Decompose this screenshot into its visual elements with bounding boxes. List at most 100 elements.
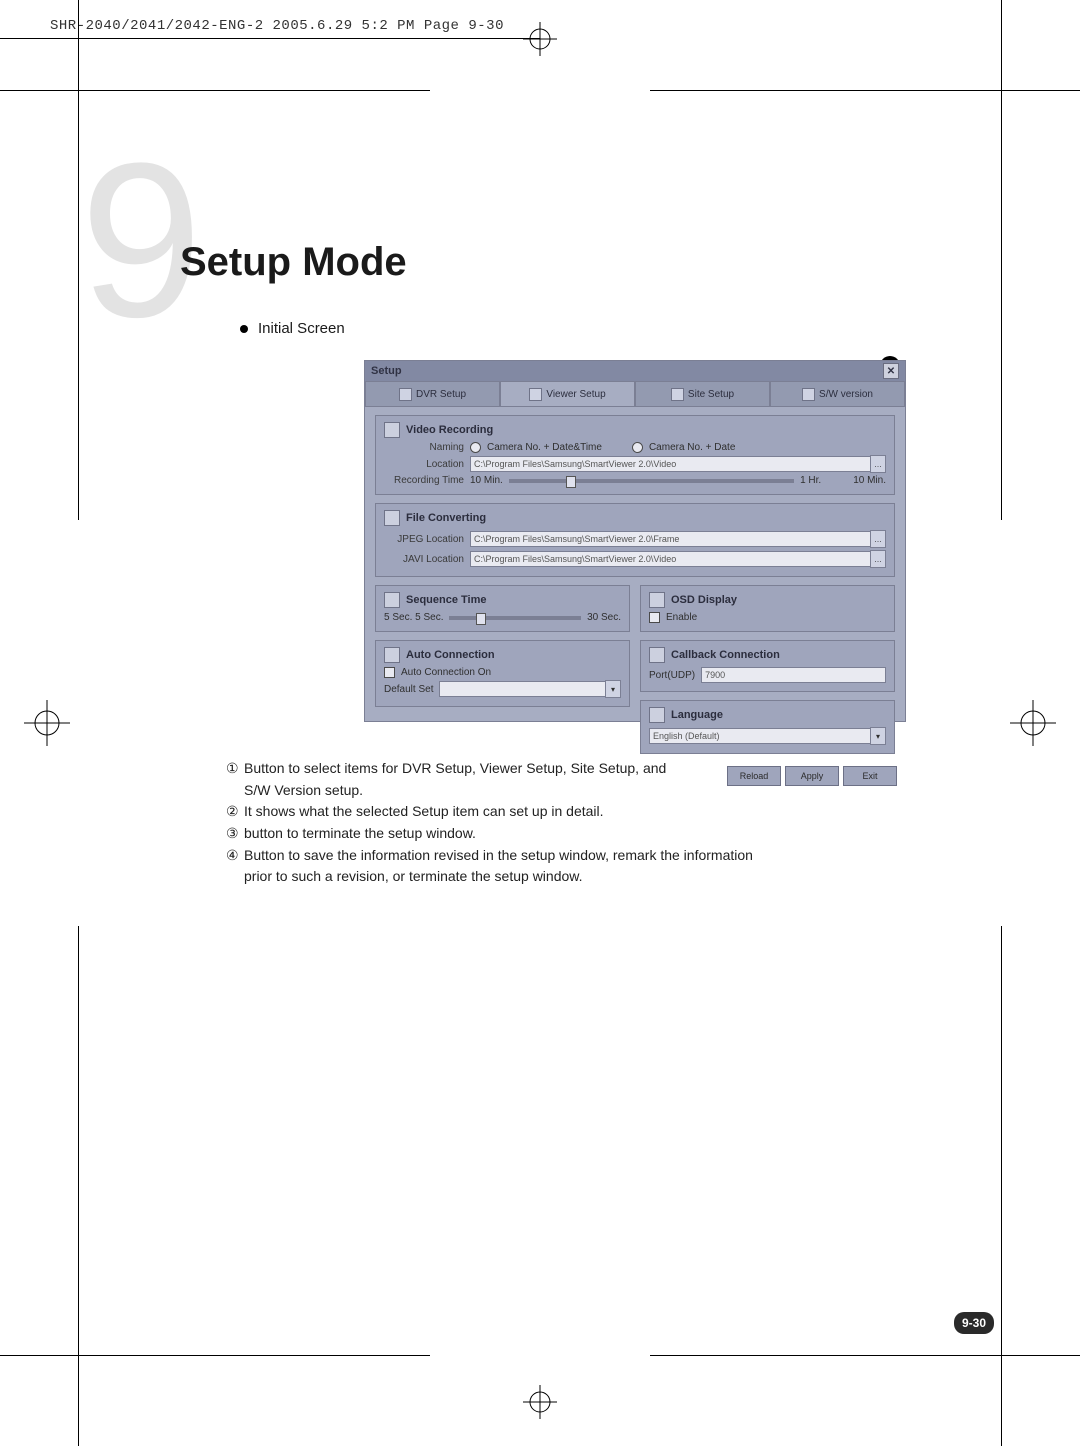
tab-icon (529, 388, 542, 401)
default-set-label: Default Set (384, 684, 433, 695)
registration-mark-left (24, 0, 70, 1446)
section-icon (384, 647, 400, 663)
desc-line: It shows what the selected Setup item ca… (244, 803, 604, 819)
port-label: Port(UDP) (649, 670, 695, 681)
tab-label: S/W version (819, 389, 873, 400)
panel-auto-connection: Auto Connection Auto Connection On Defau… (375, 640, 630, 707)
language-field[interactable]: English (Default) (649, 728, 870, 744)
recording-time-slider[interactable] (509, 479, 794, 483)
desc-line: prior to such a revision, or terminate t… (244, 868, 583, 884)
auto-connection-checkbox[interactable] (384, 667, 395, 678)
tab-label: Viewer Setup (546, 389, 605, 400)
naming-option-1: Camera No. + Date&Time (487, 442, 602, 453)
seq-right: 30 Sec. (587, 612, 621, 623)
rec-limit: 10 Min. (853, 475, 886, 486)
panel-heading: Language (671, 709, 723, 721)
top-rule (0, 38, 540, 39)
desc-line: button to terminate the setup window. (244, 825, 476, 841)
browse-button[interactable]: … (870, 530, 886, 548)
close-icon[interactable]: ✕ (883, 363, 899, 379)
dropdown-icon[interactable]: ▾ (870, 727, 886, 745)
jpeg-location-label: JPEG Location (384, 534, 464, 545)
rec-min: 10 Min. (470, 475, 503, 486)
avi-location-field[interactable]: C:\Program Files\Samsung\SmartViewer 2.0… (470, 551, 870, 567)
panel-heading: Video Recording (406, 424, 493, 436)
crop-line (0, 90, 430, 91)
dropdown-icon[interactable]: ▾ (605, 680, 621, 698)
panel-callback-connection: Callback Connection Port(UDP) 7900 (640, 640, 895, 692)
setup-dialog-screenshot: Setup ✕ DVR Setup Viewer Setup Site Setu… (364, 360, 904, 720)
avi-location-label: JAVI Location (384, 554, 464, 565)
description-block: ①Button to select items for DVR Setup, V… (226, 758, 970, 888)
tab-label: DVR Setup (416, 389, 466, 400)
tab-icon (399, 388, 412, 401)
desc-line: Button to save the information revised i… (244, 847, 753, 863)
panel-heading: OSD Display (671, 594, 737, 606)
crop-line (78, 926, 79, 1446)
section-icon (649, 647, 665, 663)
desc-line: Button to select items for DVR Setup, Vi… (244, 760, 666, 776)
seq-left: 5 Sec. 5 Sec. (384, 612, 443, 623)
section-icon (649, 592, 665, 608)
panel-heading: Auto Connection (406, 649, 495, 661)
page-number-badge: 9-30 (954, 1312, 994, 1334)
osd-enable-checkbox[interactable] (649, 612, 660, 623)
item-num: ② (226, 801, 244, 823)
item-num: ③ (226, 823, 244, 845)
naming-radio-1[interactable] (470, 442, 481, 453)
location-label: Location (384, 459, 464, 470)
osd-enable-label: Enable (666, 612, 697, 623)
crop-line (650, 90, 1080, 91)
subheading: Initial Screen (240, 320, 345, 337)
item-num: ④ (226, 845, 244, 867)
browse-button[interactable]: … (870, 455, 886, 473)
tab-label: Site Setup (688, 389, 734, 400)
section-icon (384, 592, 400, 608)
print-header: SHR-2040/2041/2042-ENG-2 2005.6.29 5:2 P… (50, 18, 504, 34)
panel-language: Language English (Default)▾ (640, 700, 895, 754)
crop-line (78, 0, 79, 520)
browse-button[interactable]: … (870, 550, 886, 568)
panel-video-recording: Video Recording Naming Camera No. + Date… (375, 415, 895, 495)
panel-file-converting: File Converting JPEG Location C:\Program… (375, 503, 895, 577)
tab-viewer-setup[interactable]: Viewer Setup (500, 381, 635, 407)
section-icon (384, 510, 400, 526)
registration-mark-top (523, 22, 557, 56)
subheading-text: Initial Screen (258, 320, 345, 337)
item-num: ① (226, 758, 244, 780)
default-set-field[interactable] (439, 681, 605, 697)
panel-osd-display: OSD Display Enable (640, 585, 895, 632)
tab-icon (671, 388, 684, 401)
section-icon (649, 707, 665, 723)
crop-line (0, 1355, 430, 1356)
jpeg-location-field[interactable]: C:\Program Files\Samsung\SmartViewer 2.0… (470, 531, 870, 547)
recording-time-label: Recording Time (384, 475, 464, 486)
sequence-time-slider[interactable] (449, 616, 581, 620)
tab-sw-version[interactable]: S/W version (770, 381, 905, 407)
naming-radio-2[interactable] (632, 442, 643, 453)
naming-label: Naming (384, 442, 464, 453)
panel-heading: File Converting (406, 512, 486, 524)
section-icon (384, 422, 400, 438)
auto-connection-label: Auto Connection On (401, 667, 491, 678)
panel-heading: Sequence Time (406, 594, 487, 606)
bullet-icon (240, 325, 248, 333)
page-title: Setup Mode (180, 240, 407, 285)
rec-hr: 1 Hr. (800, 475, 821, 486)
port-field[interactable]: 7900 (701, 667, 886, 683)
tab-icon (802, 388, 815, 401)
panel-sequence-time: Sequence Time 5 Sec. 5 Sec. 30 Sec. (375, 585, 630, 632)
setup-tabs: DVR Setup Viewer Setup Site Setup S/W ve… (365, 381, 905, 407)
crop-line (650, 1355, 1080, 1356)
crop-line (1001, 0, 1002, 520)
registration-mark-bottom (523, 1385, 557, 1424)
tab-site-setup[interactable]: Site Setup (635, 381, 770, 407)
registration-mark-right (1010, 0, 1056, 1446)
dialog-title: Setup (371, 365, 402, 377)
naming-option-2: Camera No. + Date (649, 442, 735, 453)
desc-line: S/W Version setup. (244, 782, 363, 798)
crop-line (1001, 926, 1002, 1446)
panel-heading: Callback Connection (671, 649, 780, 661)
location-field[interactable]: C:\Program Files\Samsung\SmartViewer 2.0… (470, 456, 870, 472)
tab-dvr-setup[interactable]: DVR Setup (365, 381, 500, 407)
